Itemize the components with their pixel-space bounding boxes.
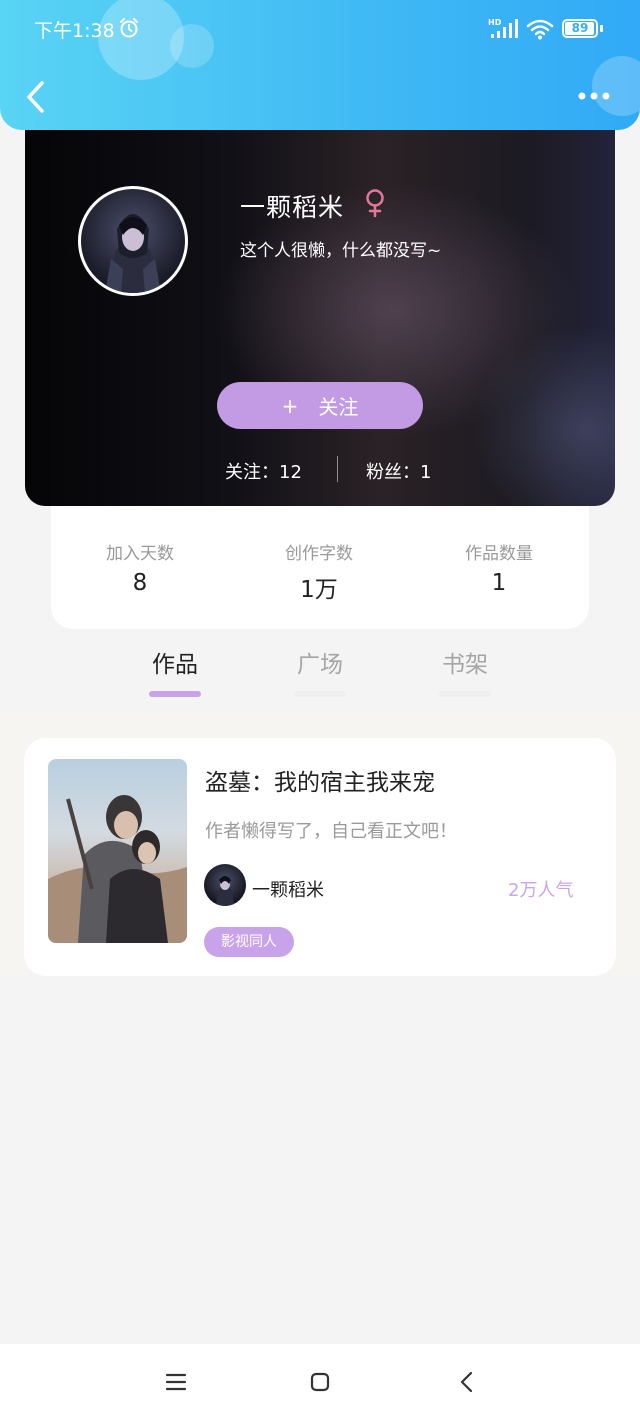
system-nav-bar: [0, 1344, 640, 1422]
svg-text:HD: HD: [488, 18, 502, 27]
tab-works[interactable]: 作品: [130, 645, 220, 697]
battery-icon: 89: [562, 19, 598, 38]
battery-tip: [600, 25, 603, 32]
divider: [337, 456, 338, 482]
profile-card: 一颗稻米 这个人很懒，什么都没写~ + 关注 关注：12 粉丝：1: [25, 110, 615, 506]
status-time: 下午1:38: [34, 20, 115, 42]
plus-icon: +: [281, 393, 299, 418]
tab-label: 作品: [152, 652, 198, 678]
work-title[interactable]: 盗墓：我的宿主我来宠: [205, 763, 435, 797]
tab-indicator: [149, 691, 201, 697]
menu-icon[interactable]: [164, 1371, 188, 1397]
home-square-icon[interactable]: [309, 1371, 331, 1397]
stat-value: 1: [491, 570, 507, 596]
hd-signal-icon: HD: [488, 18, 520, 44]
more-button[interactable]: [574, 88, 614, 104]
battery-level: 89: [571, 21, 589, 35]
stat-join-days: 加入天数 8: [80, 539, 200, 596]
follow-stats: 关注：12 粉丝：1: [25, 456, 615, 484]
work-description: 作者懒得写了，自己看正文吧！: [205, 821, 457, 842]
nickname: 一颗稻米: [240, 193, 345, 222]
back-button[interactable]: [22, 80, 52, 114]
tab-indicator: [439, 691, 491, 697]
work-card[interactable]: 盗墓：我的宿主我来宠 作者懒得写了，自己看正文吧！ 一颗稻米 2万人气 影视同人: [24, 738, 616, 976]
tab-label: 书架: [442, 652, 488, 678]
wifi-icon: [526, 18, 554, 44]
more-dots-icon: [578, 92, 610, 100]
book-cover[interactable]: [48, 759, 187, 943]
tab-indicator: [294, 691, 346, 697]
alarm-icon: [118, 17, 140, 43]
chevron-left-icon: [27, 81, 44, 113]
avatar[interactable]: [78, 186, 188, 296]
decorative-bubble: [170, 24, 214, 68]
stat-label: 创作字数: [285, 544, 353, 564]
author-name: 一颗稻米: [252, 880, 324, 901]
genre-tag[interactable]: 影视同人: [204, 927, 294, 957]
bio-text: 这个人很懒，什么都没写~: [240, 241, 442, 261]
stat-label: 作品数量: [465, 544, 533, 564]
decorative-bubble: [592, 56, 640, 116]
tab-bar: 作品 广场 书架: [0, 645, 640, 711]
avatar-illustration-icon: [105, 214, 161, 293]
following-count[interactable]: 关注：12: [225, 458, 302, 484]
stat-works-count: 作品数量 1: [439, 539, 559, 596]
author-avatar: [204, 864, 246, 906]
stat-label: 加入天数: [106, 544, 174, 564]
back-chevron-icon[interactable]: [458, 1370, 476, 1398]
popularity-count: 2万人气: [508, 880, 574, 901]
stat-word-count: 创作字数 1万: [259, 539, 379, 604]
tab-square[interactable]: 广场: [275, 645, 365, 697]
stats-card: 加入天数 8 创作字数 1万 作品数量 1: [51, 506, 589, 629]
follow-label: 关注: [318, 395, 359, 419]
stat-value: 1万: [300, 577, 338, 603]
follow-button[interactable]: + 关注: [217, 382, 423, 429]
followers-count[interactable]: 粉丝：1: [366, 458, 431, 484]
header: 下午1:38 HD 89: [0, 0, 640, 130]
tab-label: 广场: [297, 652, 343, 678]
tab-bookshelf[interactable]: 书架: [420, 645, 510, 697]
female-gender-icon: [362, 188, 388, 222]
cover-illustration-icon: [48, 795, 187, 943]
stat-value: 8: [132, 570, 148, 596]
